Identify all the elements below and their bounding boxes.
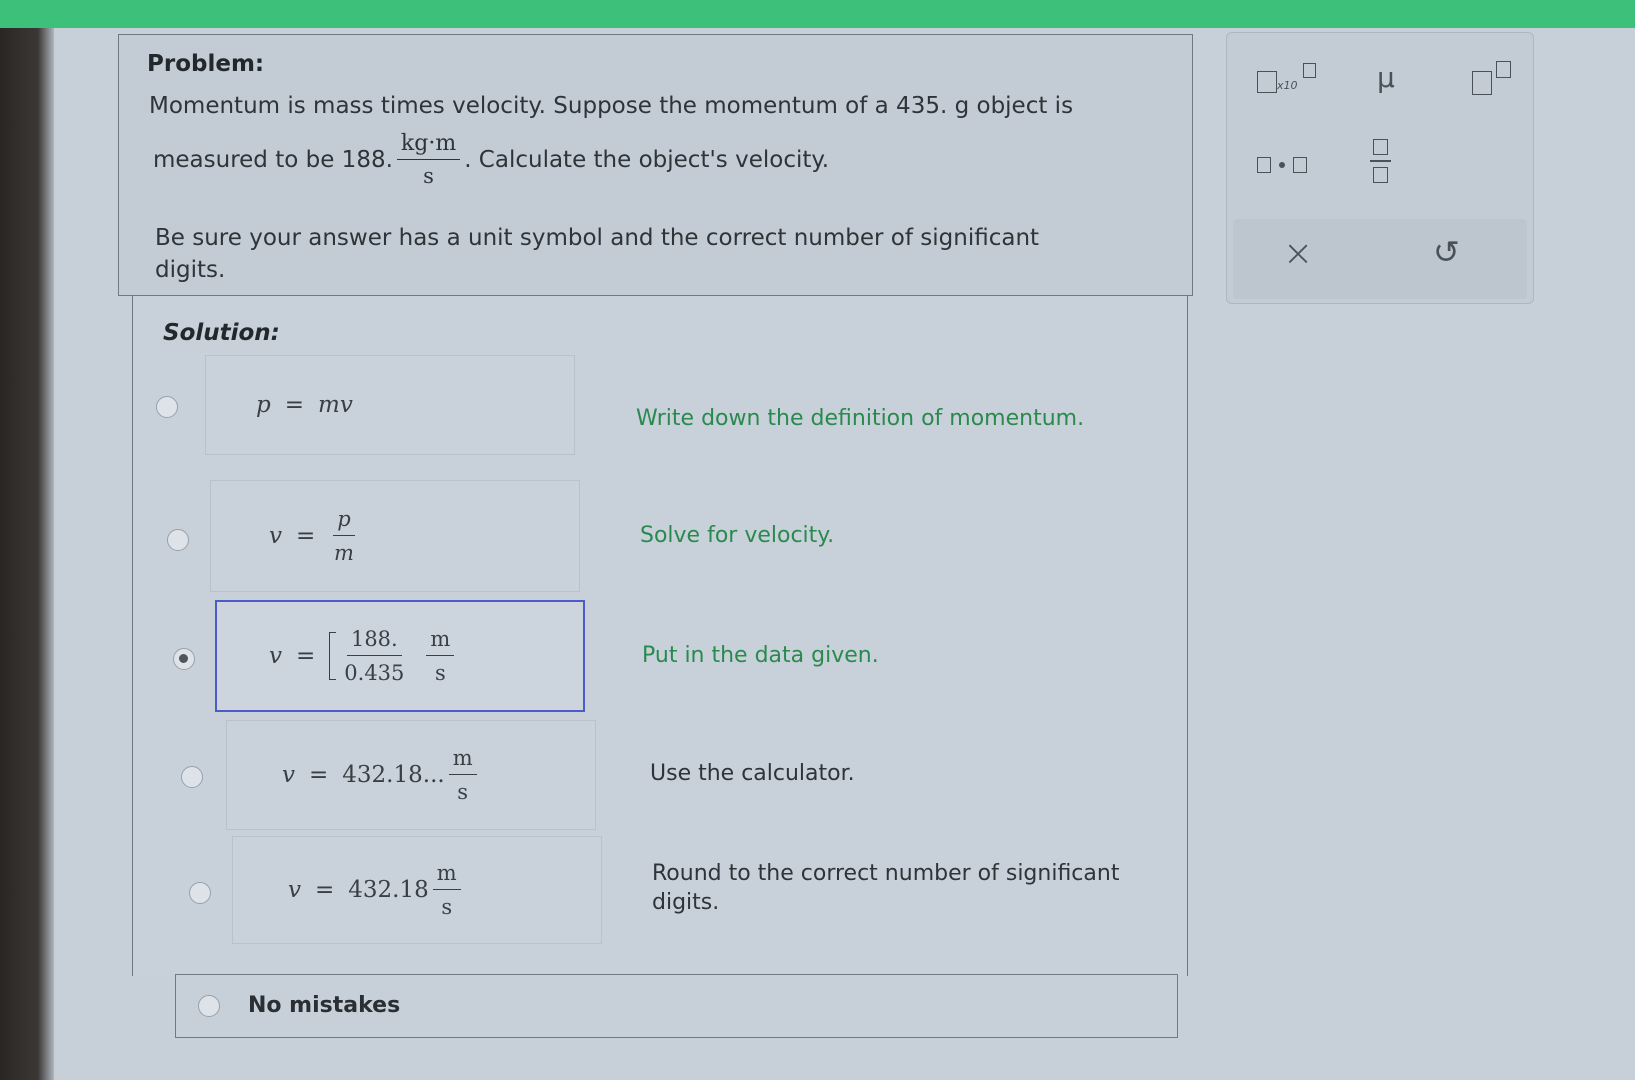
problem-line-2-suffix: . Calculate the object's velocity.	[464, 146, 830, 173]
step-3-equation: v = 188. 0.435 m s	[269, 602, 458, 710]
clear-button[interactable]: ×	[1283, 233, 1313, 274]
scientific-notation-button[interactable]: x10	[1257, 63, 1327, 103]
screen-edge	[0, 28, 54, 1080]
step-1-radio[interactable]	[156, 396, 178, 418]
step-2-equation-box: v = p m	[210, 480, 580, 592]
step-5-explanation-line-2: digits.	[652, 890, 720, 915]
undo-button[interactable]: ↺	[1433, 233, 1460, 271]
problem-panel: Problem: Momentum is mass times velocity…	[118, 34, 1193, 296]
step-1-equation: p = mv	[256, 392, 353, 418]
data-bracket	[329, 632, 337, 680]
step-3-radio[interactable]	[173, 648, 195, 670]
step-2-explanation: Solve for velocity.	[640, 523, 835, 548]
problem-line-3: Be sure your answer has a unit symbol an…	[155, 225, 1040, 251]
math-tool-palette: x10 μ × ↺	[1226, 32, 1534, 304]
step-5-equation-box: v = 432.18 m s	[232, 836, 602, 944]
no-mistakes-label: No mistakes	[248, 993, 401, 1018]
step-2-radio[interactable]	[167, 529, 189, 551]
fraction-button[interactable]	[1370, 139, 1394, 189]
numerator-box-icon	[1373, 139, 1388, 155]
momentum-unit-fraction: kg·m s	[396, 131, 461, 188]
denominator-box-icon	[1373, 167, 1388, 183]
step-5-equation: v = 432.18 m s	[288, 837, 465, 943]
problem-line-1: Momentum is mass times velocity. Suppose…	[149, 93, 1074, 119]
no-mistakes-radio[interactable]	[198, 995, 220, 1017]
no-mistakes-option[interactable]: No mistakes	[175, 974, 1178, 1038]
step-4-equation-box: v = 432.18... m s	[226, 720, 596, 830]
step-1-equation-box: p = mv	[205, 355, 575, 455]
multiply-dot-button[interactable]	[1257, 153, 1317, 177]
unit-denominator: s	[423, 164, 434, 188]
problem-label: Problem:	[147, 51, 265, 77]
box-icon	[1257, 71, 1277, 93]
problem-line-2: measured to be 188. kg·m s . Calculate t…	[153, 131, 829, 188]
base-box-icon	[1472, 71, 1492, 95]
step-4-radio[interactable]	[181, 766, 203, 788]
solution-label: Solution:	[163, 320, 280, 346]
tool-palette-footer	[1233, 219, 1527, 299]
step-4-explanation: Use the calculator.	[650, 761, 855, 786]
step-1-explanation: Write down the definition of momentum.	[636, 406, 1085, 431]
superscript-button[interactable]	[1472, 61, 1522, 101]
exponent-box-icon	[1496, 61, 1511, 78]
step-5-radio[interactable]	[189, 882, 211, 904]
step-3-equation-box: v = 188. 0.435 m s	[215, 600, 585, 712]
exponent-box-icon	[1303, 63, 1316, 78]
fraction-bar-icon	[1370, 160, 1391, 162]
x10-label: x10	[1277, 79, 1298, 92]
step-5-explanation-line-1: Round to the correct number of significa…	[652, 861, 1120, 886]
step-4-equation: v = 432.18... m s	[282, 721, 481, 829]
step-3-explanation: Put in the data given.	[642, 643, 879, 668]
left-box-icon	[1257, 157, 1271, 173]
dot-icon	[1279, 162, 1285, 168]
problem-line-4: digits.	[155, 257, 226, 283]
unit-numerator: kg·m	[396, 131, 461, 160]
problem-line-2-prefix: measured to be 188.	[153, 146, 393, 173]
step-2-equation: v = p m	[269, 507, 355, 565]
top-bar	[0, 0, 1635, 28]
mu-button[interactable]: μ	[1377, 61, 1395, 94]
right-box-icon	[1293, 157, 1307, 173]
